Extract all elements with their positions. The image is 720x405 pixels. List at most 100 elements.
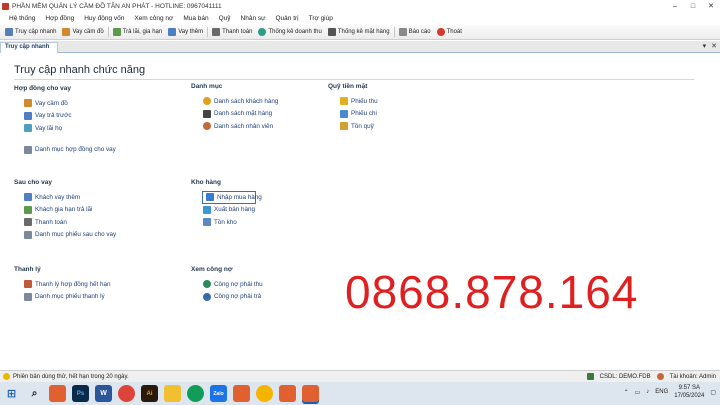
close-button[interactable]: ✕ xyxy=(702,0,720,12)
toolbar-thanh-toan[interactable]: Thanh toán xyxy=(209,26,255,39)
windows-start-icon[interactable]: ⊞ xyxy=(3,385,20,402)
toolbar-thong-ke-doanh-thu[interactable]: Thống kê doanh thu xyxy=(255,26,324,39)
hotline-overlay: 0868.878.164 xyxy=(345,266,639,318)
export-icon xyxy=(203,205,211,214)
link-danh-muc-phieu-thanh-ly[interactable]: Danh mục phiếu thanh lý xyxy=(24,291,111,304)
link-ton-quy[interactable]: Tồn quỹ xyxy=(340,120,378,133)
app-pawn-icon[interactable] xyxy=(302,385,319,402)
app-pawn-icon[interactable] xyxy=(233,385,250,402)
toolbar-thong-ke-mat-hang[interactable]: Thống kê mặt hàng xyxy=(325,26,393,39)
minimize-button[interactable]: – xyxy=(666,0,684,12)
illustrator-icon[interactable]: Ai xyxy=(141,385,158,402)
menu-quan-tri[interactable]: Quản trị xyxy=(270,15,303,22)
grid-icon xyxy=(5,28,13,36)
toolbar-bao-cao[interactable]: Báo cáo xyxy=(396,26,434,39)
menu-hop-dong[interactable]: Hợp đồng xyxy=(40,15,79,22)
import-icon xyxy=(206,193,214,202)
link-thanh-ly-hop-dong[interactable]: Thanh lý hợp đồng hết hạn xyxy=(24,278,111,291)
tray-chevron-icon[interactable]: ⌃ xyxy=(624,389,629,396)
link-danh-sach-nhan-vien[interactable]: Danh sách nhân viên xyxy=(203,120,278,133)
link-thanh-toan[interactable]: Thanh toán xyxy=(24,216,116,229)
menu-he-thong[interactable]: Hệ thống xyxy=(4,15,40,22)
group-title: Hợp đồng cho vay xyxy=(14,85,71,92)
link-danh-sach-khach-hang[interactable]: Danh sách khách hàng xyxy=(203,95,278,108)
language-indicator[interactable]: ENG xyxy=(655,389,668,395)
cash-icon xyxy=(340,122,348,131)
word-icon[interactable]: W xyxy=(95,385,112,402)
edit-icon xyxy=(24,111,32,120)
group-sau-cho-vay: Sau cho vay Khách vay thêm Khách gia hạn… xyxy=(14,179,116,241)
group-title: Danh mục xyxy=(191,83,223,90)
divider xyxy=(14,79,694,80)
report-icon xyxy=(398,28,407,36)
link-cong-no-phai-thu[interactable]: Công nợ phải thu xyxy=(203,278,263,291)
tab-truy-cap-nhanh[interactable]: Truy cập nhanh xyxy=(0,42,58,53)
group-xem-cong-no: Xem công nợ Công nợ phải thu Công nợ phả… xyxy=(191,266,263,303)
chrome-icon[interactable] xyxy=(118,385,135,402)
group-title: Sau cho vay xyxy=(14,179,52,186)
toolbar: Truy cập nhanh Vay cầm đồ Trả lãi, gia h… xyxy=(0,25,720,40)
link-danh-muc-hop-dong[interactable]: Danh mục hợp đồng cho vay xyxy=(24,144,116,157)
search-icon[interactable]: ⌕ xyxy=(26,385,43,402)
group-title: Xem công nợ xyxy=(191,266,233,273)
receipt-in-icon xyxy=(340,97,348,106)
link-ton-kho[interactable]: Tồn kho xyxy=(203,216,256,229)
zalo-icon[interactable]: Zalo xyxy=(210,385,227,402)
toolbar-separator xyxy=(393,27,395,37)
clock[interactable]: 9:57 SA 17/05/2024 xyxy=(674,384,704,400)
toolbar-tra-lai-gia-han[interactable]: Trả lãi, gia hạn xyxy=(110,26,165,39)
link-cong-no-phai-tra[interactable]: Công nợ phải trả xyxy=(203,291,263,304)
menu-xem-cong-no[interactable]: Xem công nợ xyxy=(129,15,178,22)
taskbar: ⊞ ⌕ Ps W Ai Zalo ⌃ ▭ ♪ ENG 9:57 SA 17/05… xyxy=(0,382,720,405)
employee-icon xyxy=(203,122,211,131)
link-phieu-thu[interactable]: Phiếu thu xyxy=(340,95,378,108)
link-phieu-chi[interactable]: Phiếu chi xyxy=(340,108,378,121)
toolbar-thoat[interactable]: Thoát xyxy=(434,26,465,39)
link-khach-gia-han[interactable]: Khách gia hạn trả lãi xyxy=(24,204,116,217)
exit-icon xyxy=(436,28,445,36)
app-pawn-icon[interactable] xyxy=(49,385,66,402)
maximize-button[interactable]: □ xyxy=(684,0,702,12)
receipt-icon xyxy=(24,205,32,214)
network-icon[interactable]: ▭ xyxy=(635,389,641,396)
tab-strip: Truy cập nhanh ▾ ✕ xyxy=(0,41,720,53)
menu-huy-dong-von[interactable]: Huy động vốn xyxy=(79,15,129,22)
user-icon xyxy=(656,373,664,380)
toolbar-vay-cam-do[interactable]: Vay cầm đồ xyxy=(59,26,106,39)
link-khach-vay-them[interactable]: Khách vay thêm xyxy=(24,191,116,204)
link-nhap-mua-hang[interactable]: Nhập mua hàng xyxy=(202,191,262,204)
chrome-icon[interactable] xyxy=(256,385,273,402)
list-icon xyxy=(24,145,32,154)
page-title: Truy cập nhanh chức năng xyxy=(14,64,146,76)
account-label: Tài khoản: Admin xyxy=(669,373,716,380)
tab-close-icon[interactable]: ✕ xyxy=(711,42,717,50)
chrome-icon[interactable] xyxy=(187,385,204,402)
link-vay-lai-ho[interactable]: Vay lãi họ xyxy=(24,122,116,135)
menu-nhan-su[interactable]: Nhân sự xyxy=(236,15,271,22)
toolbar-separator xyxy=(107,27,109,37)
menu-quy[interactable]: Quỹ xyxy=(214,15,236,22)
add-loan-icon xyxy=(24,193,32,202)
link-xuat-ban-hang[interactable]: Xuất bán hàng xyxy=(203,204,256,217)
link-vay-tra-truoc[interactable]: Vay trả trước xyxy=(24,110,116,123)
menu-tro-giup[interactable]: Trợ giúp xyxy=(304,15,338,22)
customer-icon xyxy=(203,97,211,106)
tab-dropdown-icon[interactable]: ▾ xyxy=(703,42,707,50)
pawn-icon xyxy=(24,99,32,108)
app-pawn-icon[interactable] xyxy=(279,385,296,402)
volume-icon[interactable]: ♪ xyxy=(646,389,649,395)
notification-icon[interactable]: ▢ xyxy=(710,389,716,396)
group-title: Kho hàng xyxy=(191,179,221,186)
menu-mua-ban[interactable]: Mua bán xyxy=(178,15,213,22)
toolbar-truy-cap-nhanh[interactable]: Truy cập nhanh xyxy=(2,26,59,39)
database-icon xyxy=(586,373,594,380)
link-danh-sach-mat-hang[interactable]: Danh sách mặt hàng xyxy=(203,108,278,121)
link-danh-muc-phieu-sau-cho-vay[interactable]: Danh mục phiếu sau cho vay xyxy=(24,229,116,242)
photoshop-icon[interactable]: Ps xyxy=(72,385,89,402)
file-explorer-icon[interactable] xyxy=(164,385,181,402)
link-vay-cam-do[interactable]: Vay cầm đồ xyxy=(24,97,116,110)
toolbar-vay-them[interactable]: Vay thêm xyxy=(165,26,206,39)
group-quy-tien-mat: Quỹ tiền mặt Phiếu thu Phiếu chi Tồn quỹ xyxy=(328,83,378,133)
title-bar: PHẦN MỀM QUẢN LÝ CẦM ĐỒ TÂN AN PHÁT - HO… xyxy=(0,0,720,12)
pawn-icon xyxy=(62,28,71,36)
